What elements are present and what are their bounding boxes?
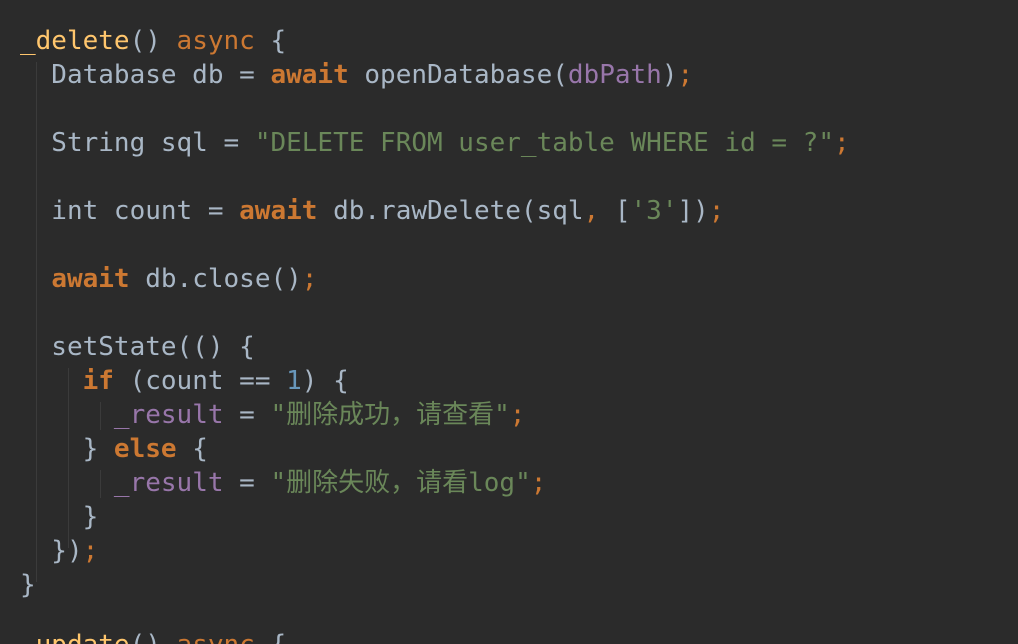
code-token: "删除失败，请看log" [270, 468, 531, 498]
code-token: _result [113, 468, 224, 498]
code-line-partial[interactable]: _update() async { [20, 628, 286, 644]
code-token: 1 [286, 366, 302, 396]
code-line[interactable]: await db.close(); [20, 262, 850, 296]
code-token: ; [530, 468, 547, 498]
code-token: db.rawDelete(sql [317, 196, 584, 226]
code-line[interactable]: if (count == 1) { [20, 364, 850, 398]
code-token: ; [82, 536, 99, 566]
code-token: dbPath [567, 60, 662, 90]
code-line[interactable]: } [20, 568, 850, 602]
code-token: } [20, 502, 99, 532]
code-token: [ [599, 196, 631, 226]
code-token: "DELETE FROM user_table WHERE id = ?" [254, 128, 834, 158]
code-token: String sql = [20, 128, 255, 158]
code-token: else [113, 434, 177, 464]
code-line[interactable] [20, 92, 850, 126]
code-token: }) [20, 536, 83, 566]
code-token: { [255, 630, 286, 644]
code-line[interactable]: }); [20, 534, 850, 568]
code-token: _update [20, 630, 130, 644]
code-token: async [177, 630, 255, 644]
code-token: { [254, 26, 287, 56]
code-line[interactable]: setState(() { [20, 330, 850, 364]
code-line[interactable]: _delete() async { [20, 24, 850, 58]
code-line[interactable]: _result = "删除成功，请查看"; [20, 398, 850, 432]
code-token: ]) [677, 196, 709, 226]
code-token: () [129, 26, 177, 56]
code-token: setState(() { [20, 332, 255, 362]
code-line[interactable] [20, 296, 850, 330]
code-token: } [20, 570, 36, 600]
code-token: (count == [113, 366, 287, 396]
code-line[interactable]: } else { [20, 432, 850, 466]
code-line[interactable]: Database db = await openDatabase(dbPath)… [20, 58, 850, 92]
code-token: ) { [301, 366, 349, 396]
code-token: await [270, 60, 349, 90]
code-token: { [176, 434, 208, 464]
code-token: "删除成功，请查看" [270, 400, 510, 430]
code-line[interactable]: String sql = "DELETE FROM user_table WHE… [20, 126, 850, 160]
code-token: int count = [20, 196, 240, 226]
code-token: = [223, 468, 271, 498]
code-line[interactable] [20, 228, 850, 262]
code-line[interactable] [20, 160, 850, 194]
code-token: _result [113, 400, 224, 430]
code-token: , [583, 196, 600, 226]
code-token: Database db = [20, 60, 271, 90]
code-token: ; [677, 60, 694, 90]
code-line[interactable]: int count = await db.rawDelete(sql, ['3'… [20, 194, 850, 228]
code-token: db.close() [129, 264, 302, 294]
code-token: ) [661, 60, 678, 90]
code-line[interactable]: _result = "删除失败，请看log"; [20, 466, 850, 500]
code-token: ; [708, 196, 725, 226]
code-token: openDatabase( [348, 60, 568, 90]
code-token: ; [834, 128, 850, 158]
code-token: ; [509, 400, 526, 430]
code-token: _delete [20, 26, 130, 56]
code-token: async [176, 26, 255, 56]
code-editor[interactable]: _delete() async { Database db = await op… [0, 0, 1018, 644]
code-token: = [223, 400, 271, 430]
code-token: '3' [630, 196, 678, 226]
code-token: } [20, 434, 114, 464]
code-token: () [130, 630, 177, 644]
code-token: ; [301, 264, 318, 294]
code-token: if [82, 366, 114, 396]
code-line[interactable]: } [20, 500, 850, 534]
code-token: await [51, 264, 130, 294]
code-content[interactable]: _delete() async { Database db = await op… [20, 24, 850, 602]
code-token: await [239, 196, 318, 226]
